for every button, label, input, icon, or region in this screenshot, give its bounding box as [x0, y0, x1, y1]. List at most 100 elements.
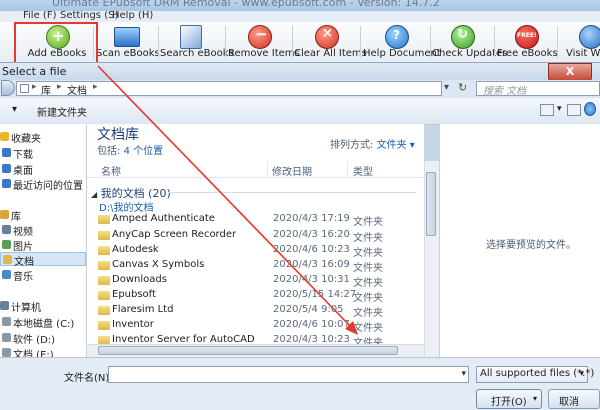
library-title: 文档库 [97, 127, 139, 143]
view-controls: ▾ [496, 102, 596, 120]
download-folder-icon [2, 148, 11, 157]
view-mode-icon[interactable] [540, 104, 554, 116]
globe-icon [579, 25, 600, 49]
breadcrumb-documents[interactable]: 文档 [67, 82, 87, 97]
document-icon [3, 255, 12, 264]
app-title: Ultimate EPubsoft DRM Removal - www.epub… [52, 0, 440, 9]
folder-icon [98, 231, 110, 240]
file-row[interactable]: Amped Authenticate 2020/4/3 17:19 文件夹 [87, 212, 417, 228]
chevron-down-icon: ◢ [91, 190, 98, 199]
filename-label: 文件名(N): [64, 373, 113, 384]
preview-message: 选择要预览的文件。 [486, 240, 576, 251]
file-row[interactable]: Canvas X Symbols 2020/4/3 16:09 文件夹 [87, 258, 417, 274]
drive-icon [2, 348, 11, 357]
address-dropdown-icon[interactable]: ▾ [444, 82, 449, 93]
organize-dropdown[interactable]: ▾ [0, 103, 24, 119]
book-search-icon [180, 25, 202, 49]
help-document-label: Help Document [363, 48, 441, 59]
cancel-button[interactable]: 取消 [548, 389, 600, 409]
clear-icon: × [315, 25, 339, 49]
open-label: 打开(O) [491, 397, 527, 408]
desktop-icon [2, 164, 11, 173]
file-row[interactable]: Epubsoft 2020/5/15 14:27 文件夹 [87, 288, 417, 304]
cancel-label: 取消 [559, 397, 579, 408]
file-type-value: All supported files (*.*) [480, 368, 595, 379]
folder-icon [98, 291, 110, 300]
open-button[interactable]: 打开(O) ▾ [476, 389, 542, 409]
column-type[interactable]: 类型 [353, 163, 373, 178]
menu-file[interactable]: File (F) [23, 11, 56, 21]
close-icon: X [565, 65, 575, 78]
app-menu-bar: File (F) Settings (S) Help (H) [0, 11, 600, 22]
remove-items-label: Remove Items [228, 48, 300, 59]
library-includes: 包括: 4 个位置 [97, 146, 164, 157]
file-row[interactable]: Autodesk 2020/4/6 10:23 文件夹 [87, 243, 417, 259]
library-icon [0, 210, 9, 219]
file-type-filter[interactable]: All supported files (*.*) ▾ [476, 366, 594, 383]
chevron-down-icon[interactable]: ▾ [557, 104, 562, 114]
folder-icon [98, 215, 110, 224]
check-updates-label: Check Updates [432, 48, 508, 59]
chevron-down-icon[interactable]: ▾ [461, 369, 466, 379]
free-ebooks-button[interactable]: FREE! Free eBooks [497, 22, 558, 62]
search-input[interactable]: 搜索 文档 [476, 81, 600, 97]
arrange-by-dropdown[interactable]: 文件夹 ▾ [377, 140, 415, 151]
dialog-title-bar: Select a file [0, 62, 600, 81]
refresh-icon[interactable]: ↻ [458, 81, 467, 94]
clear-all-items-button[interactable]: × Clear All Items [294, 22, 367, 62]
column-date[interactable]: 修改日期 [272, 163, 312, 178]
help-icon[interactable] [584, 102, 596, 116]
folder-icon [20, 84, 29, 93]
filename-input[interactable]: ▾ [108, 366, 469, 383]
folder-icon [98, 306, 110, 315]
drive-icon [2, 317, 11, 326]
folder-icon [98, 321, 110, 330]
folder-icon [98, 246, 110, 255]
arrange-by: 排列方式: 文件夹 ▾ [330, 140, 415, 151]
folder-icon [98, 276, 110, 285]
star-icon [0, 132, 9, 141]
remove-items-button[interactable]: − Remove Items [228, 22, 300, 62]
menu-settings[interactable]: Settings (S) [60, 11, 118, 21]
free-ebooks-label: Free eBooks [497, 48, 558, 59]
scan-ebooks-label: Scan eBooks [96, 48, 160, 59]
picture-icon [2, 240, 11, 249]
visit-website-button[interactable]: Visit Website [563, 22, 600, 62]
horizontal-scroll-thumb[interactable] [98, 346, 398, 355]
nav-documents[interactable]: 文档 [0, 252, 86, 268]
vertical-scroll-thumb[interactable] [426, 172, 436, 236]
column-name[interactable]: 名称 [101, 163, 121, 178]
scan-ebooks-button[interactable]: Scan eBooks [96, 22, 160, 62]
clear-all-items-label: Clear All Items [294, 48, 367, 59]
group-divider [168, 192, 416, 193]
column-headers: 名称 修改日期 类型 [87, 161, 424, 178]
dialog-title: Select a file [2, 65, 67, 78]
address-bar[interactable]: ▸ 库 ▸ 文档 ▸ [16, 81, 442, 97]
check-updates-button[interactable]: ↻ Check Updates [432, 22, 508, 62]
remove-icon: − [248, 25, 272, 49]
file-row[interactable]: Inventor 2020/4/6 10:07 文件夹 [87, 318, 417, 334]
add-ebooks-highlight-box [14, 22, 98, 64]
search-ebooks-button[interactable]: Search eBooks [160, 22, 234, 62]
search-placeholder: 搜索 文档 [483, 86, 527, 97]
chevron-right-icon: ▸ [93, 82, 98, 92]
computer-icon [0, 301, 9, 310]
chevron-down-icon: ▾ [12, 104, 18, 115]
navigation-pane: 收藏夹 下载 桌面 最近访问的位置 库 视频 图片 文档 音乐 计算机 本地磁盘… [0, 124, 87, 357]
free-badge-icon: FREE! [515, 25, 539, 49]
preview-pane-icon[interactable] [567, 104, 581, 116]
video-icon [2, 225, 11, 234]
new-folder-button[interactable]: 新建文件夹 [37, 104, 87, 119]
breadcrumb-library[interactable]: 库 [41, 82, 51, 97]
drive-icon [2, 333, 11, 342]
dialog-close-button[interactable]: X [548, 63, 592, 81]
file-row[interactable]: Downloads 2020/4/3 10:31 文件夹 [87, 273, 417, 289]
file-row[interactable]: Flaresim Ltd 2020/5/4 9:05 文件夹 [87, 303, 417, 319]
chevron-down-icon: ▾ [579, 369, 584, 379]
recent-places-icon [2, 179, 11, 188]
help-document-button[interactable]: ? Help Document [363, 22, 441, 62]
chevron-right-icon: ▸ [57, 82, 62, 92]
menu-help[interactable]: Help (H) [112, 11, 153, 21]
file-row[interactable]: AnyCap Screen Recorder 2020/4/3 16:20 文件夹 [87, 228, 417, 244]
includes-locations-link[interactable]: 4 个位置 [124, 146, 164, 157]
